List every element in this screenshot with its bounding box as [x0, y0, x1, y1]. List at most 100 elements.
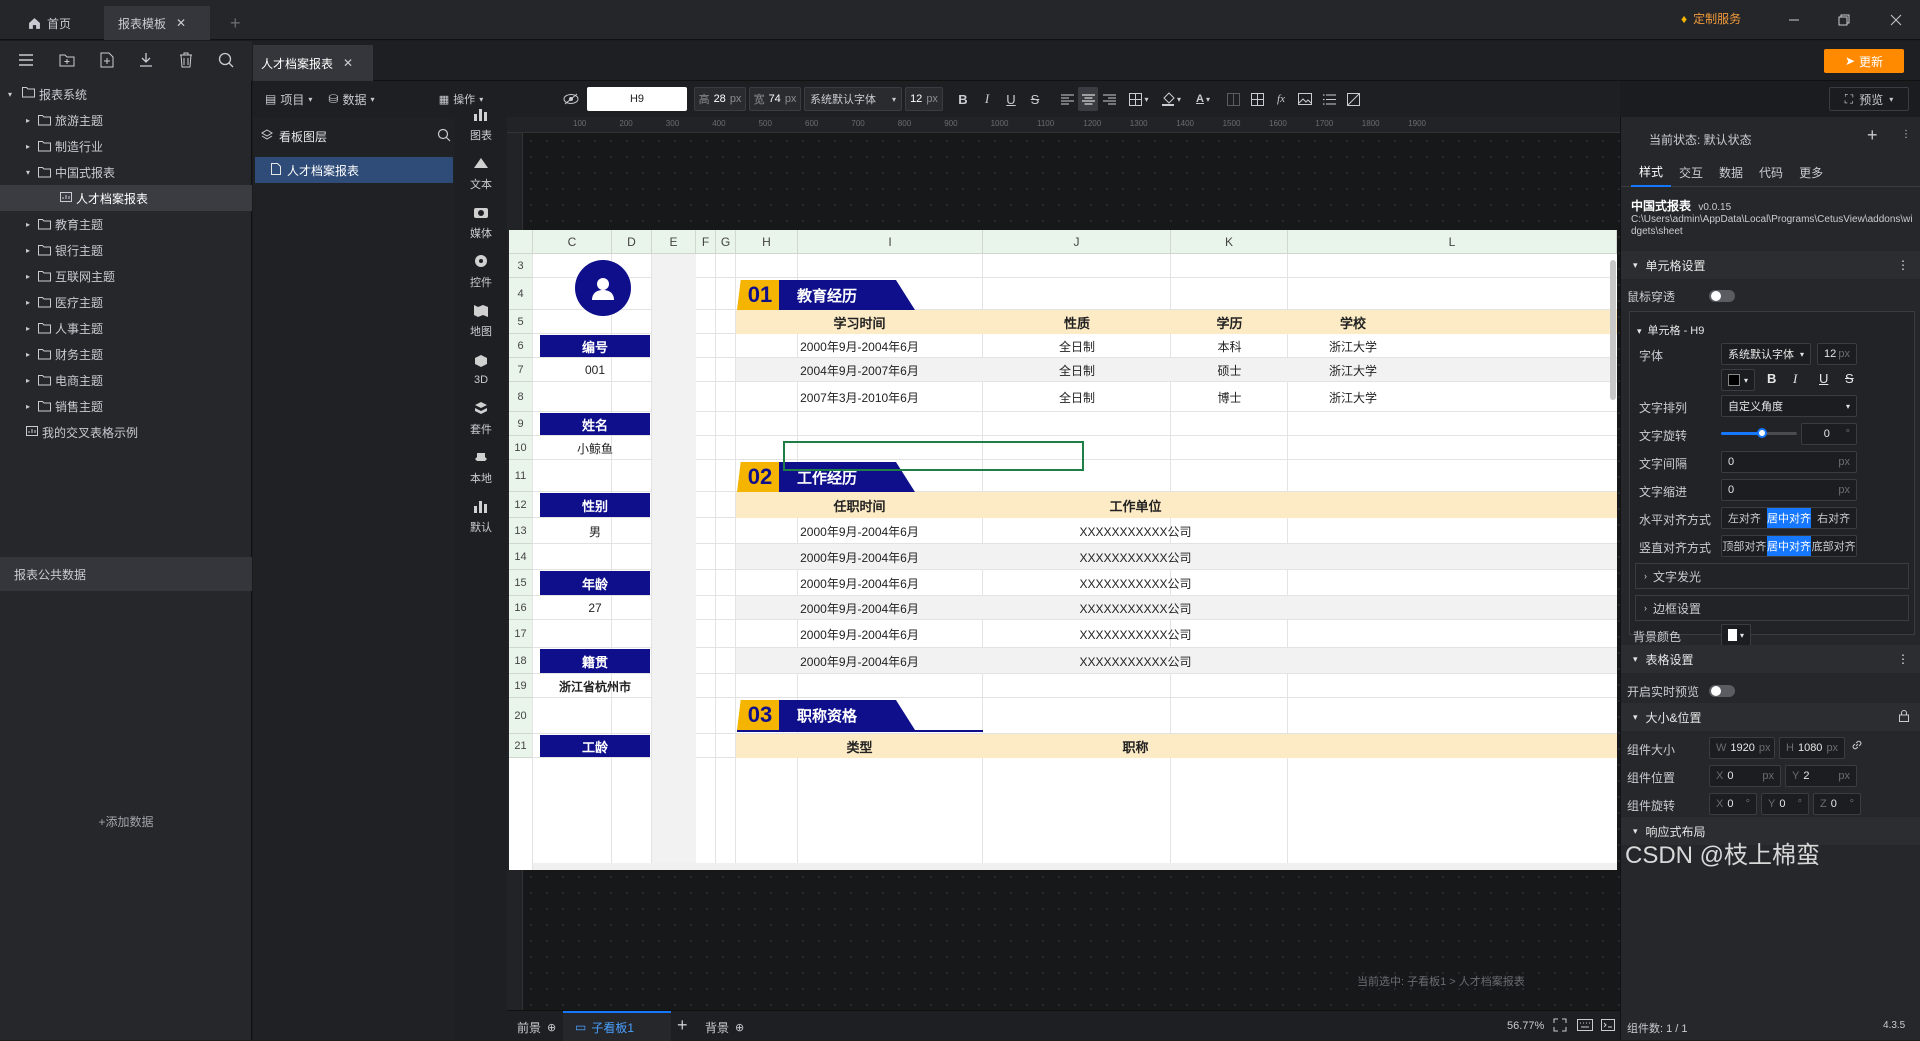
rot-y-input[interactable]: Y 0 °	[1761, 793, 1809, 815]
preview-button[interactable]: ⛶ 预览 ▾	[1829, 87, 1909, 111]
strikethrough-icon[interactable]: S	[1845, 371, 1854, 386]
column-header[interactable]: I	[798, 230, 983, 254]
valign-option[interactable]: 顶部对齐	[1722, 536, 1767, 556]
tree-item[interactable]: 我的交叉表格示例	[0, 419, 252, 445]
work-cell[interactable]: 2000年9月-2004年6月	[736, 596, 983, 620]
row-header[interactable]: 13	[509, 518, 533, 544]
tree-item[interactable]: ▸ 人事主题	[0, 315, 252, 341]
merge-cells-icon[interactable]	[1223, 87, 1243, 111]
edu-cell[interactable]: 全日制	[983, 334, 1171, 358]
border-icon[interactable]: ▾	[1125, 87, 1153, 111]
tree-item[interactable]: 人才档案报表	[0, 185, 252, 211]
tree-item[interactable]: ▸ 销售主题	[0, 393, 252, 419]
tab-template[interactable]: 报表模板 ✕	[104, 6, 210, 40]
font-size-input[interactable]: 12 px	[905, 87, 943, 111]
width-input[interactable]: W 1920 px	[1709, 737, 1775, 759]
fit-screen-icon[interactable]	[1553, 1018, 1567, 1035]
cell-ref-input[interactable]: H9	[587, 87, 687, 111]
edu-cell[interactable]: 2000年9月-2004年6月	[736, 334, 983, 358]
rotate-slider[interactable]	[1721, 428, 1797, 438]
edu-cell[interactable]: 全日制	[983, 358, 1171, 382]
split-cells-icon[interactable]	[1247, 87, 1267, 111]
border-settings-group[interactable]: › 边框设置	[1635, 595, 1909, 621]
align-right-icon[interactable]	[1099, 87, 1119, 111]
work-cell[interactable]: 2000年9月-2004年6月	[736, 518, 983, 544]
lock-icon[interactable]	[1899, 709, 1909, 725]
menu-icon[interactable]	[18, 53, 34, 70]
edu-cell[interactable]: 2007年3月-2010年6月	[736, 382, 983, 412]
y-input[interactable]: Y 2 px	[1785, 765, 1857, 787]
row-header[interactable]: 3	[509, 254, 533, 278]
rotate-input[interactable]: 0 °	[1801, 423, 1857, 445]
row-header[interactable]: 6	[509, 334, 533, 358]
clear-format-icon[interactable]	[1343, 87, 1363, 111]
column-header[interactable]: J	[983, 230, 1171, 254]
tree-item[interactable]: ▸ 电商主题	[0, 367, 252, 393]
foreground-tab[interactable]: 前景 ⊕	[517, 1019, 556, 1036]
table-settings-header[interactable]: ▾ 表格设置 ⋮	[1621, 645, 1920, 673]
row-header[interactable]: 4	[509, 278, 533, 310]
halign-option[interactable]: 左对齐	[1722, 508, 1767, 528]
search-icon[interactable]	[218, 52, 234, 71]
update-button[interactable]: ➤ 更新	[1824, 49, 1904, 73]
restore-icon[interactable]	[1836, 12, 1852, 28]
edu-cell[interactable]: 本科	[1171, 334, 1288, 358]
text-color-picker[interactable]: ▾	[1721, 369, 1755, 391]
selected-cell[interactable]	[783, 441, 1084, 471]
underline-icon[interactable]: U	[1001, 87, 1021, 111]
hide-icon[interactable]	[561, 87, 581, 111]
row-header[interactable]: 8	[509, 382, 533, 412]
work-cell[interactable]: 2000年9月-2004年6月	[736, 620, 983, 648]
search-icon[interactable]	[437, 128, 451, 145]
horizontal-scrollbar[interactable]	[533, 863, 1617, 870]
edu-cell[interactable]: 浙江大学	[1288, 334, 1418, 358]
tab-more[interactable]: 更多	[1791, 157, 1831, 187]
more-icon[interactable]: ⋮	[1897, 258, 1909, 272]
project-menu[interactable]: ▤ 项目 ▾	[265, 91, 312, 108]
close-window-icon[interactable]	[1888, 12, 1904, 28]
bold-icon[interactable]: B	[953, 87, 973, 111]
tab-style[interactable]: 样式	[1631, 157, 1672, 187]
column-header[interactable]: F	[696, 230, 716, 254]
tab-document[interactable]: 人才档案报表 ✕	[253, 45, 373, 81]
tab-home[interactable]: 首页	[14, 6, 85, 40]
row-header[interactable]: 18	[509, 648, 533, 674]
mouse-through-toggle[interactable]	[1709, 290, 1735, 302]
image-icon[interactable]	[1295, 87, 1315, 111]
report-sheet[interactable]: CDEFGHIJKL 3 4 5 6 7 8 9 10 11 12 13 14 15 16 17 18 19 20…	[509, 230, 1617, 870]
row-header[interactable]: 15	[509, 570, 533, 596]
font-color-icon[interactable]: A ▾	[1189, 87, 1217, 111]
halign-option[interactable]: 右对齐	[1811, 508, 1856, 528]
work-cell[interactable]: XXXXXXXXXXX公司	[983, 544, 1288, 570]
work-cell[interactable]: 2000年9月-2004年6月	[736, 570, 983, 596]
link-icon[interactable]	[1851, 739, 1863, 754]
sheet-corner[interactable]	[509, 230, 533, 254]
column-header[interactable]: K	[1171, 230, 1288, 254]
vertical-scrollbar[interactable]	[1610, 260, 1616, 400]
valign-option[interactable]: 居中对齐	[1766, 536, 1812, 556]
underline-icon[interactable]: U	[1819, 371, 1828, 386]
ops-menu[interactable]: ▦ 操作 ▾	[421, 87, 501, 111]
arrange-select[interactable]: 自定义角度 ▾	[1721, 395, 1857, 417]
slider-handle[interactable]	[1757, 428, 1767, 438]
text-glow-group[interactable]: › 文字发光	[1635, 563, 1909, 589]
align-left-icon[interactable]	[1057, 87, 1077, 111]
tab-data[interactable]: 数据	[1711, 157, 1751, 187]
work-cell[interactable]: XXXXXXXXXXX公司	[983, 648, 1288, 674]
rot-z-input[interactable]: Z 0 °	[1813, 793, 1861, 815]
column-header[interactable]: H	[736, 230, 798, 254]
column-header[interactable]: G	[716, 230, 736, 254]
font-select[interactable]: 系统默认字体 ▾	[1721, 343, 1811, 365]
add-circle-icon[interactable]: ⊕	[735, 1021, 744, 1034]
row-header[interactable]: 20	[509, 698, 533, 734]
height-input[interactable]: H 1080 px	[1779, 737, 1845, 759]
column-header[interactable]: C	[533, 230, 612, 254]
row-header[interactable]: 9	[509, 412, 533, 436]
font-select[interactable]: 系统默认字体 ▾	[804, 87, 902, 111]
tree-item[interactable]: ▸ 制造行业	[0, 133, 252, 159]
rot-x-input[interactable]: X 0 °	[1709, 793, 1757, 815]
valign-option[interactable]: 底部对齐	[1811, 536, 1856, 556]
cell-group-title[interactable]: ▾ 单元格 - H9	[1637, 322, 1704, 338]
edu-cell[interactable]: 浙江大学	[1288, 358, 1418, 382]
row-header[interactable]: 7	[509, 358, 533, 382]
